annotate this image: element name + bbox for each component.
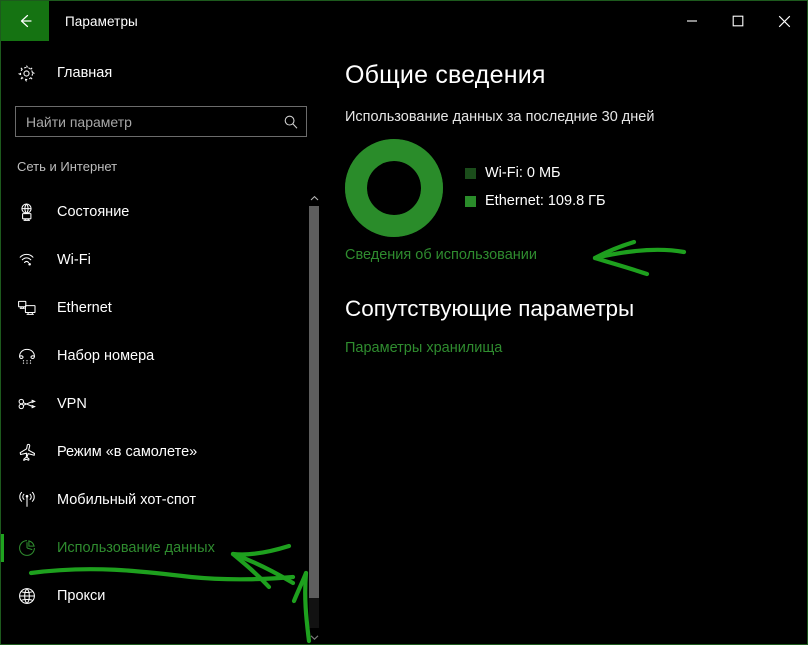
maximize-button[interactable] <box>715 1 761 41</box>
data-usage-chart-section: Wi-Fi: 0 МБ Ethernet: 109.8 ГБ <box>323 125 807 237</box>
sidebar-item-status[interactable]: Состояние <box>1 188 323 236</box>
related-settings-title: Сопутствующие параметры <box>345 296 635 321</box>
chart-legend: Wi-Fi: 0 МБ Ethernet: 109.8 ГБ <box>465 139 606 215</box>
legend-item-wifi: Wi-Fi: 0 МБ <box>465 159 606 187</box>
sidebar-item-wifi-label: Wi-Fi <box>57 252 91 268</box>
legend-swatch-ethernet <box>465 195 476 207</box>
sidebar-item-airplane-mode[interactable]: Режим «в самолете» <box>1 428 323 476</box>
sidebar-item-vpn-label: VPN <box>57 396 87 412</box>
minimize-icon <box>686 15 698 27</box>
title-bar: Параметры <box>1 1 807 41</box>
scrollbar-up-button[interactable] <box>306 189 322 206</box>
wifi-icon <box>17 250 45 270</box>
chevron-up-icon <box>310 189 319 207</box>
scrollbar-thumb[interactable] <box>309 206 319 598</box>
sidebar-section-header: Сеть и Интернет <box>17 159 118 174</box>
sidebar-item-home[interactable]: Главная <box>1 53 323 93</box>
usage-details-link[interactable]: Сведения об использовании <box>345 247 537 263</box>
ethernet-icon <box>17 298 45 318</box>
arrow-left-icon <box>15 11 35 31</box>
usage-details-link-wrap: Сведения об использовании <box>345 246 807 264</box>
sidebar-item-mobile-hotspot-label: Мобильный хот-спот <box>57 492 197 508</box>
scrollbar-down-button[interactable] <box>306 628 322 645</box>
maximize-icon <box>732 15 744 27</box>
sidebar-item-home-label: Главная <box>57 65 113 81</box>
sidebar-item-data-usage[interactable]: Использование данных <box>1 524 323 572</box>
sidebar-item-dialup-label: Набор номера <box>57 348 155 364</box>
sidebar-item-vpn[interactable]: VPN <box>1 380 323 428</box>
legend-label-wifi: Wi-Fi: 0 МБ <box>485 165 561 181</box>
close-icon <box>778 15 791 28</box>
page-title: Общие сведения <box>345 61 546 89</box>
usage-period-subtitle: Использование данных за последние 30 дне… <box>345 109 655 125</box>
minimize-button[interactable] <box>669 1 715 41</box>
hotspot-icon <box>17 490 45 510</box>
legend-swatch-wifi <box>465 167 476 179</box>
search-box[interactable] <box>15 106 307 137</box>
sidebar-item-airplane-mode-label: Режим «в самолете» <box>57 444 198 460</box>
close-button[interactable] <box>761 1 807 41</box>
data-usage-donut-chart <box>345 139 443 237</box>
window-controls <box>669 1 807 41</box>
sidebar-item-ethernet[interactable]: Ethernet <box>1 284 323 332</box>
selection-accent-bar <box>1 534 4 562</box>
main-content: Общие сведения Использование данных за п… <box>323 41 807 644</box>
settings-window: Параметры Главная Найти параметр Сеть и … <box>0 0 808 645</box>
chevron-down-icon <box>310 628 319 645</box>
sidebar: Главная Сеть и Интернет <box>1 41 323 645</box>
sidebar-item-mobile-hotspot[interactable]: Мобильный хот-спот <box>1 476 323 524</box>
network-status-icon <box>17 202 45 222</box>
sidebar-item-dialup[interactable]: Набор номера <box>1 332 323 380</box>
window-title: Параметры <box>65 13 138 29</box>
legend-label-ethernet: Ethernet: 109.8 ГБ <box>485 193 606 209</box>
sidebar-item-data-usage-label: Использование данных <box>57 540 215 556</box>
back-button[interactable] <box>1 1 49 41</box>
gear-icon <box>17 64 45 83</box>
airplane-icon <box>17 442 45 462</box>
sidebar-item-wifi[interactable]: Wi-Fi <box>1 236 323 284</box>
sidebar-item-status-label: Состояние <box>57 204 130 220</box>
sidebar-item-proxy-label: Прокси <box>57 588 106 604</box>
sidebar-nav-list: Состояние Wi-Fi Ethernet Набор номера VP… <box>1 188 323 620</box>
search-icon[interactable] <box>276 114 306 130</box>
search-input[interactable] <box>16 113 276 130</box>
storage-settings-link-wrap: Параметры хранилища <box>345 339 807 357</box>
sidebar-scrollbar[interactable] <box>306 189 322 645</box>
dialup-modem-icon <box>17 346 45 366</box>
globe-icon <box>17 586 45 606</box>
sidebar-item-ethernet-label: Ethernet <box>57 300 112 316</box>
storage-settings-link[interactable]: Параметры хранилища <box>345 340 502 356</box>
sidebar-item-proxy[interactable]: Прокси <box>1 572 323 620</box>
vpn-key-icon <box>17 394 45 414</box>
legend-item-ethernet: Ethernet: 109.8 ГБ <box>465 187 606 215</box>
pie-chart-icon <box>17 538 45 558</box>
